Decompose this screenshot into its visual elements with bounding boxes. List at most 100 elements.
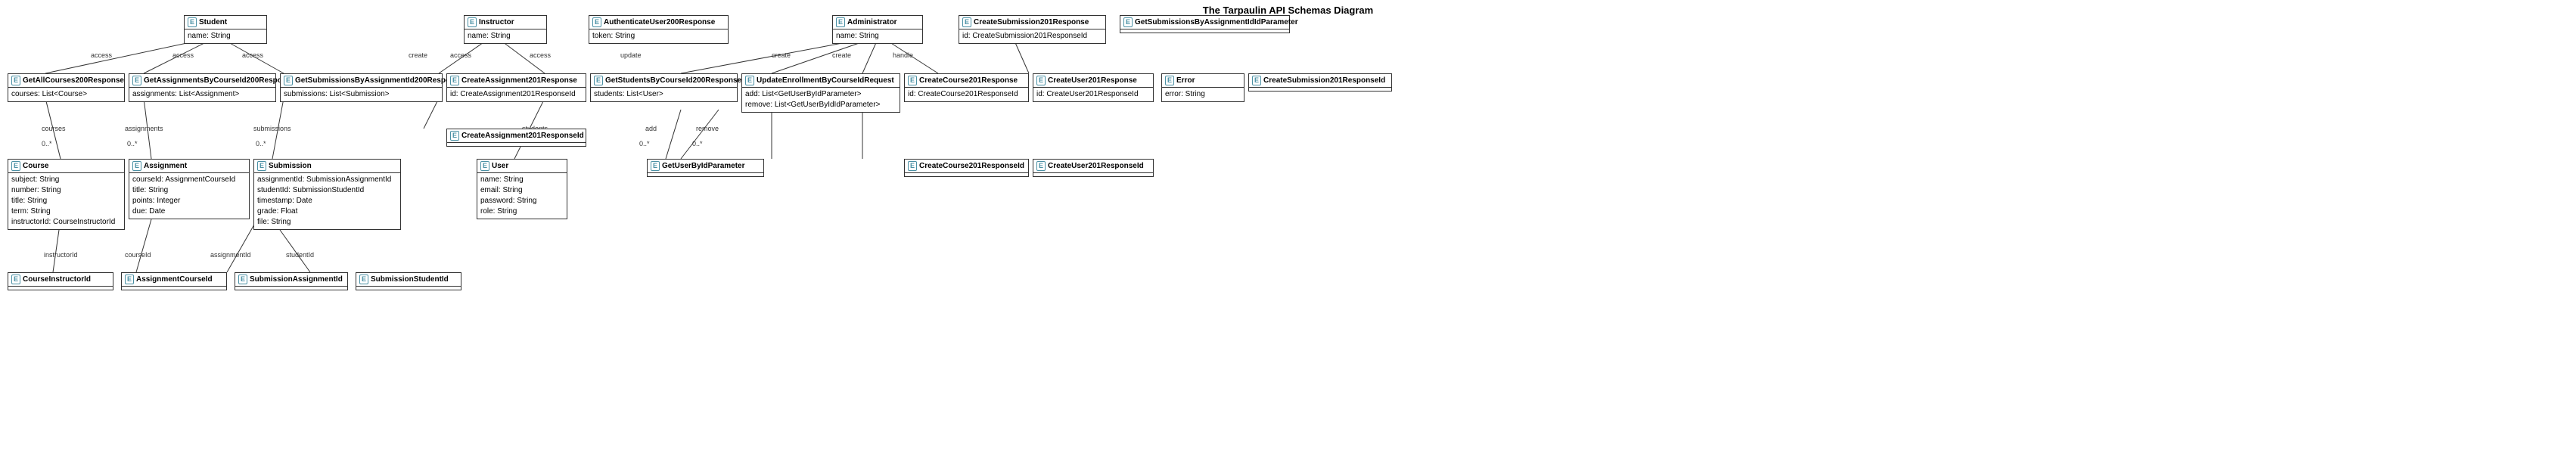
field: remove: List<GetUserByIdIdParameter> xyxy=(745,100,896,110)
entity-user: E User name: String email: String passwo… xyxy=(477,159,567,219)
entity-body: id: CreateUser201ResponseId xyxy=(1033,88,1153,101)
entity-badge: E xyxy=(257,161,266,171)
entity-getStudentsByCourseId200Response: E GetStudentsByCourseId200Response stude… xyxy=(590,73,738,102)
entity-header: E Assignment xyxy=(129,160,249,173)
field: name: String xyxy=(836,31,919,42)
entity-body xyxy=(8,287,113,290)
field: role: String xyxy=(480,206,564,217)
entity-header: E CourseInstructorId xyxy=(8,273,113,287)
entity-header: E GetStudentsByCourseId200Response xyxy=(591,74,737,88)
label-access5: access xyxy=(530,51,551,59)
entity-badge: E xyxy=(1252,76,1261,85)
entity-name: Assignment xyxy=(144,162,187,170)
entity-badge: E xyxy=(651,161,660,171)
entity-updateEnrollmentByCourseIdRequest: E UpdateEnrollmentByCourseIdRequest add:… xyxy=(741,73,900,113)
entity-badge: E xyxy=(1165,76,1174,85)
entity-getAssignmentsByCourseId200Response: E GetAssignmentsByCourseId200Response as… xyxy=(129,73,276,102)
entity-body: courseId: AssignmentCourseId title: Stri… xyxy=(129,173,249,219)
label-remove: remove xyxy=(696,125,719,132)
label-mult5: 0..* xyxy=(639,140,650,147)
entity-name: GetUserByIdParameter xyxy=(662,162,745,170)
field: error: String xyxy=(1165,89,1241,100)
entity-body xyxy=(648,173,763,176)
entity-header: E Error xyxy=(1162,74,1244,88)
entity-name: Submission xyxy=(269,162,312,170)
entity-authenticateUser200Response: E AuthenticateUser200Response token: Str… xyxy=(589,15,729,44)
entity-name: CreateSubmission201ResponseId xyxy=(1263,76,1385,85)
entity-header: E Submission xyxy=(254,160,400,173)
entity-badge: E xyxy=(468,17,477,27)
entity-badge: E xyxy=(745,76,754,85)
entity-badge: E xyxy=(1036,161,1046,171)
entity-header: E CreateAssignment201ResponseId xyxy=(447,129,586,143)
entity-body: name: String xyxy=(833,29,922,43)
entity-badge: E xyxy=(132,161,141,171)
label-access2: access xyxy=(172,51,194,59)
entity-header: E CreateAssignment201Response xyxy=(447,74,586,88)
entity-name: User xyxy=(492,162,508,170)
field: number: String xyxy=(11,185,121,196)
field: name: String xyxy=(188,31,263,42)
entity-header: E GetSubmissionsByAssignmentId200Respons… xyxy=(281,74,442,88)
entity-body xyxy=(1033,173,1153,176)
entity-administrator: E Administrator name: String xyxy=(832,15,923,44)
entity-badge: E xyxy=(11,275,20,284)
entity-name: Administrator xyxy=(847,18,897,26)
entity-header: E CreateCourse201Response xyxy=(905,74,1028,88)
entity-header: E SubmissionStudentId xyxy=(356,273,461,287)
entity-name: CreateCourse201Response xyxy=(919,76,1018,85)
entity-header: E UpdateEnrollmentByCourseIdRequest xyxy=(742,74,900,88)
entity-badge: E xyxy=(188,17,197,27)
label-submissions: submissions xyxy=(253,125,291,132)
entity-courseInstructorId: E CourseInstructorId xyxy=(8,272,113,290)
field: id: CreateSubmission201ResponseId xyxy=(962,31,1102,42)
entity-name: SubmissionAssignmentId xyxy=(250,275,343,284)
entity-header: E CreateCourse201ResponseId xyxy=(905,160,1028,173)
entity-createUser201ResponseId: E CreateUser201ResponseId xyxy=(1033,159,1154,177)
field: password: String xyxy=(480,196,564,206)
entity-name: Instructor xyxy=(479,18,514,26)
entity-badge: E xyxy=(594,76,603,85)
entity-body: name: String email: String password: Str… xyxy=(477,173,567,219)
entity-body xyxy=(1249,88,1391,91)
entity-getSubmissionsByAssignmentIdIdParameter: E GetSubmissionsByAssignmentIdIdParamete… xyxy=(1120,15,1290,33)
field: name: String xyxy=(480,175,564,185)
field: points: Integer xyxy=(132,196,246,206)
entity-badge: E xyxy=(1036,76,1046,85)
entity-header: E AuthenticateUser200Response xyxy=(589,16,728,29)
entity-body: token: String xyxy=(589,29,728,43)
entity-badge: E xyxy=(11,76,20,85)
entity-body xyxy=(356,287,461,290)
label-courseId: courseId xyxy=(125,251,151,259)
field: id: CreateUser201ResponseId xyxy=(1036,89,1150,100)
entity-name: SubmissionStudentId xyxy=(371,275,449,284)
entity-name: CreateUser201ResponseId xyxy=(1048,162,1144,170)
entity-badge: E xyxy=(238,275,247,284)
field: term: String xyxy=(11,206,121,217)
entity-header: E GetAssignmentsByCourseId200Response xyxy=(129,74,275,88)
entity-instructor-header: E Instructor xyxy=(465,16,546,29)
entity-name: CreateUser201Response xyxy=(1048,76,1137,85)
field: add: List<GetUserByIdParameter> xyxy=(745,89,896,100)
entity-header: E GetUserByIdParameter xyxy=(648,160,763,173)
entity-name: GetSubmissionsByAssignmentId200Response xyxy=(295,76,463,85)
field: title: String xyxy=(132,185,246,196)
entity-name: CreateAssignment201ResponseId xyxy=(461,132,584,140)
entity-submissionAssignmentId: E SubmissionAssignmentId xyxy=(235,272,348,290)
entity-submission: E Submission assignmentId: SubmissionAss… xyxy=(253,159,401,230)
field: name: String xyxy=(468,31,543,42)
entity-getSubmissionsByAssignmentId200Response: E GetSubmissionsByAssignmentId200Respons… xyxy=(280,73,443,102)
label-assignmentId: assignmentId xyxy=(210,251,251,259)
entity-name: CourseInstructorId xyxy=(23,275,91,284)
label-create3: create xyxy=(832,51,851,59)
entity-body: id: CreateCourse201ResponseId xyxy=(905,88,1028,101)
field: students: List<User> xyxy=(594,89,734,100)
entity-name: UpdateEnrollmentByCourseIdRequest xyxy=(757,76,894,85)
field: courseId: AssignmentCourseId xyxy=(132,175,246,185)
entity-body: submissions: List<Submission> xyxy=(281,88,442,101)
field: id: CreateAssignment201ResponseId xyxy=(450,89,583,100)
label-courses: courses xyxy=(42,125,66,132)
entity-name: GetSubmissionsByAssignmentIdIdParameter xyxy=(1135,18,1298,26)
field: email: String xyxy=(480,185,564,196)
field: assignments: List<Assignment> xyxy=(132,89,272,100)
